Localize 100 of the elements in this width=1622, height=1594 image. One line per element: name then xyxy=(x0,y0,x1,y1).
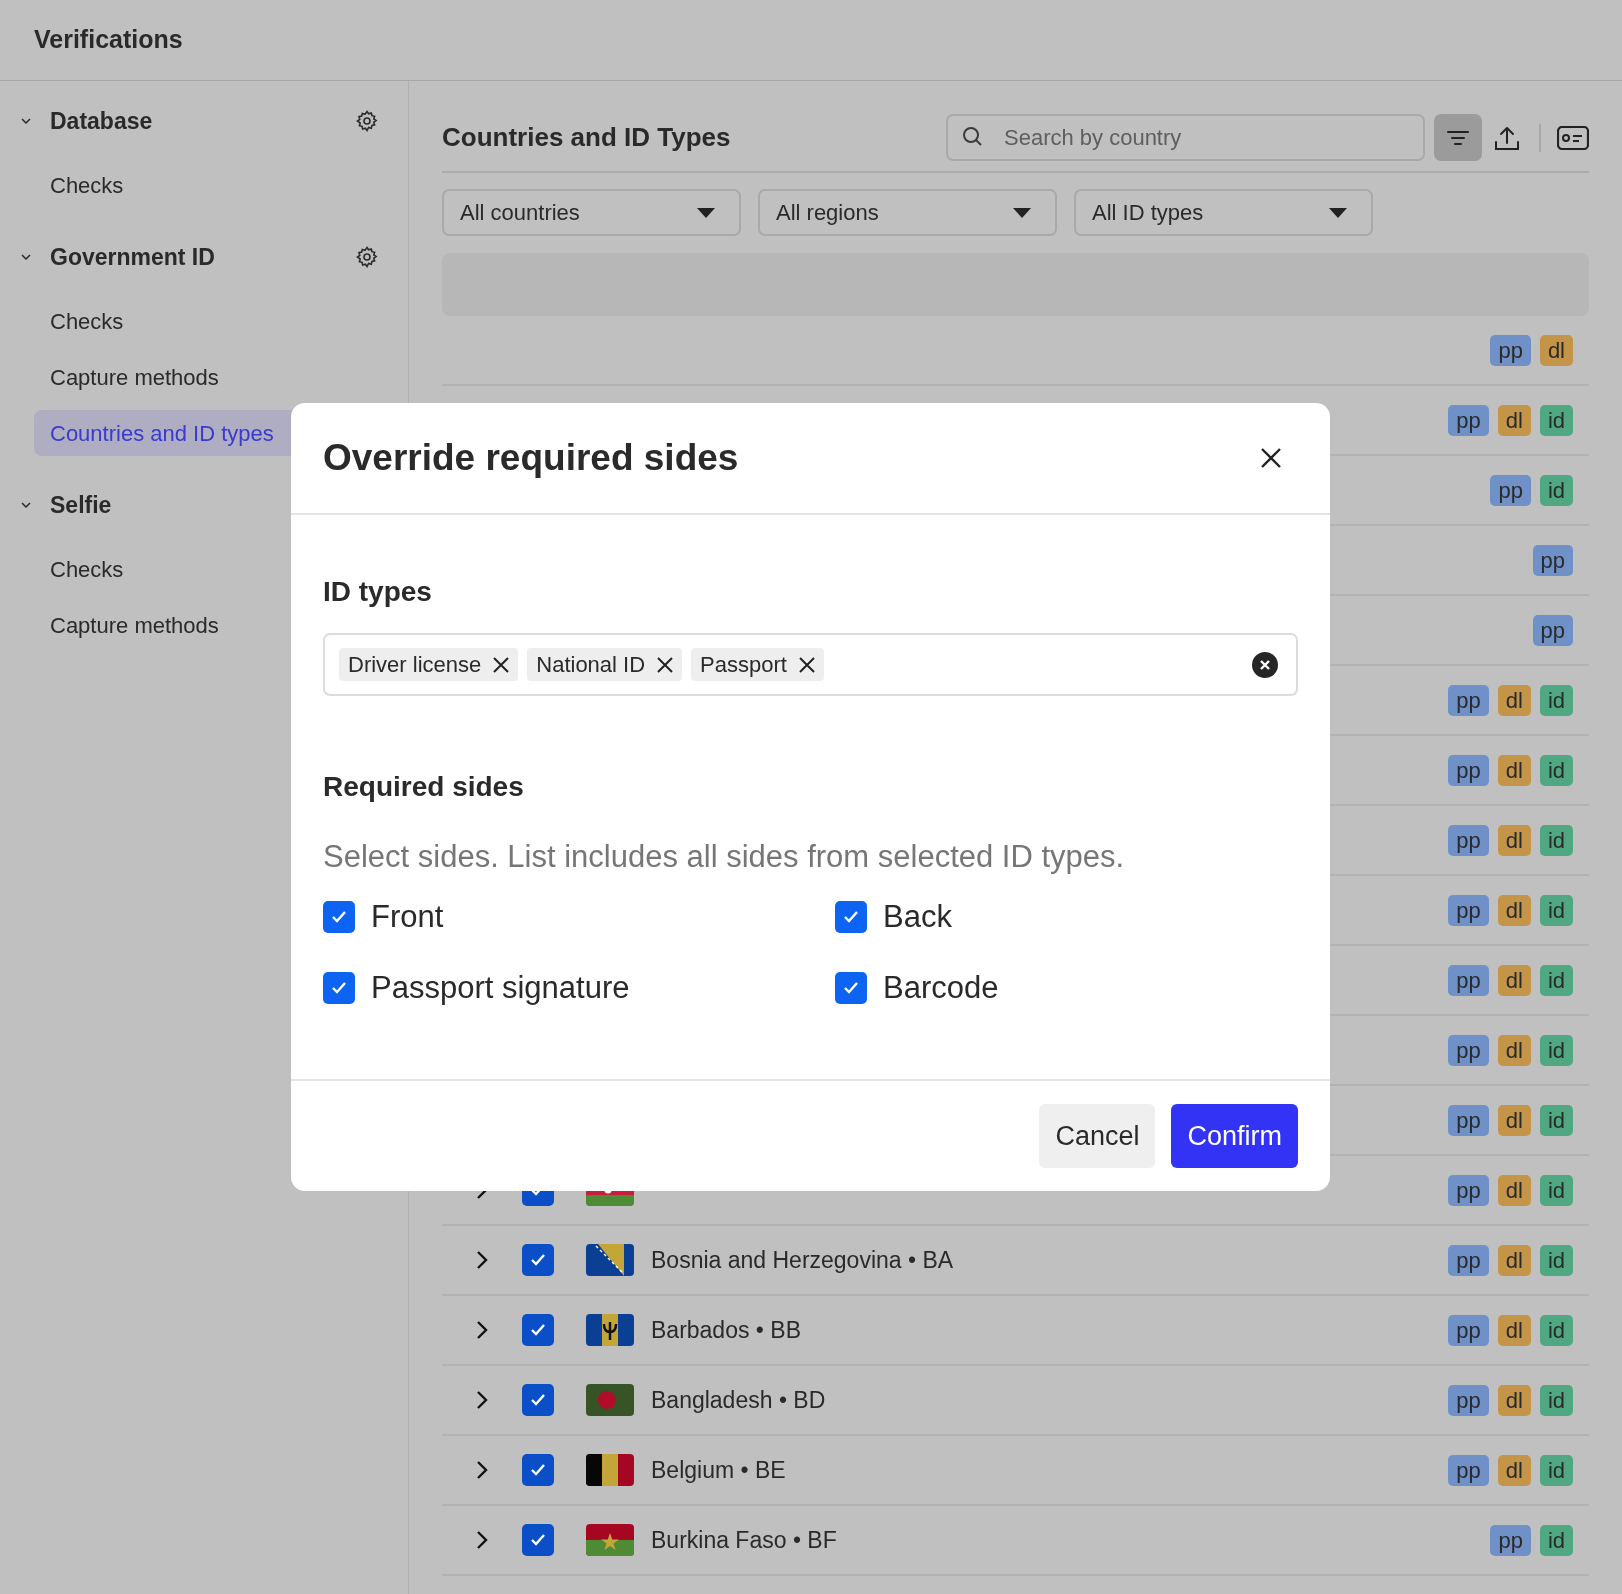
id-type-tag: id xyxy=(1539,1104,1573,1136)
id-type-tag: id xyxy=(1539,1314,1573,1346)
sidebar-item[interactable]: Checks xyxy=(50,546,124,592)
checkbox[interactable] xyxy=(323,901,355,933)
id-type-tag: dl xyxy=(1497,1174,1531,1206)
chevron-icon[interactable] xyxy=(476,1460,488,1480)
flag-icon xyxy=(586,1454,634,1486)
id-type-tag: id xyxy=(1539,684,1573,716)
chevron-icon[interactable] xyxy=(476,1320,488,1340)
checkbox[interactable] xyxy=(835,972,867,1004)
country-name: Bangladesh • BD xyxy=(651,1385,826,1415)
remove-icon[interactable] xyxy=(657,656,674,673)
remove-icon[interactable] xyxy=(798,656,815,673)
id-type-tag: id xyxy=(1539,754,1573,786)
id-type-tag: dl xyxy=(1539,334,1573,366)
chevron-icon[interactable] xyxy=(20,251,32,263)
chevron-icon[interactable] xyxy=(20,499,32,511)
page-title: Countries and ID Types xyxy=(442,121,732,154)
checkbox-label: Back xyxy=(883,897,952,936)
id-type-tag: pp xyxy=(1448,1384,1489,1416)
chevron-icon[interactable] xyxy=(476,1390,488,1410)
id-type-tag: dl xyxy=(1497,684,1531,716)
id-type-tag: id xyxy=(1539,1174,1573,1206)
flag-icon xyxy=(586,1314,634,1346)
id-type-tag: id xyxy=(1539,1454,1573,1486)
id-type-tag: pp xyxy=(1448,894,1489,926)
id-type-tag: id xyxy=(1539,1034,1573,1066)
dropdown[interactable]: All regions xyxy=(758,189,1057,236)
country-name: Barbados • BB xyxy=(651,1315,801,1345)
sidebar-item[interactable]: Capture methods xyxy=(50,354,219,400)
id-type-tag: pp xyxy=(1490,474,1531,506)
id-type-tag: pp xyxy=(1532,614,1573,646)
id-type-tag: dl xyxy=(1497,964,1531,996)
check-icon xyxy=(843,910,859,924)
sidebar-item[interactable]: Checks xyxy=(50,298,124,344)
check-icon xyxy=(530,1463,546,1477)
section-heading[interactable]: Government ID xyxy=(50,239,215,275)
checkbox[interactable] xyxy=(323,972,355,1004)
checkbox[interactable] xyxy=(522,1524,554,1556)
check-icon xyxy=(530,1393,546,1407)
checkbox[interactable] xyxy=(522,1384,554,1416)
id-type-tag: pp xyxy=(1448,1314,1489,1346)
id-type-tag: id xyxy=(1539,1384,1573,1416)
id-type-tag: dl xyxy=(1497,1384,1531,1416)
check-icon xyxy=(331,981,347,995)
chevron-icon[interactable] xyxy=(20,115,32,127)
checkbox[interactable] xyxy=(522,1454,554,1486)
checkbox[interactable] xyxy=(522,1314,554,1346)
confirm-button[interactable]: Confirm xyxy=(1171,1104,1298,1168)
id-type-tag: pp xyxy=(1490,1524,1531,1556)
id-type-tag: pp xyxy=(1532,544,1573,576)
country-name: Belgium • BE xyxy=(651,1455,786,1485)
checkbox-label: Barcode xyxy=(883,968,999,1007)
dropdown[interactable]: All countries xyxy=(442,189,741,236)
filter-button[interactable] xyxy=(1434,114,1482,161)
chevron-icon[interactable] xyxy=(476,1530,488,1550)
country-name: Bosnia and Herzegovina • BA xyxy=(651,1245,954,1275)
id-type-tag: dl xyxy=(1497,1104,1531,1136)
id-types-field[interactable]: Driver license National ID Passport xyxy=(323,633,1298,696)
dropdown[interactable]: All ID types xyxy=(1074,189,1373,236)
check-icon xyxy=(331,910,347,924)
check-icon xyxy=(530,1323,546,1337)
id-type-tag: id xyxy=(1539,824,1573,856)
section-label: Required sides xyxy=(323,770,525,804)
settings-icon[interactable] xyxy=(355,109,379,133)
checkbox[interactable] xyxy=(522,1244,554,1276)
remove-icon[interactable] xyxy=(493,656,510,673)
id-type-chip: Passport xyxy=(691,648,824,681)
sidebar-item[interactable]: Capture methods xyxy=(50,602,219,648)
id-type-tag: id xyxy=(1539,474,1573,506)
check-icon xyxy=(843,981,859,995)
id-type-chip: National ID xyxy=(527,648,683,681)
close-icon[interactable] xyxy=(1260,447,1282,469)
cancel-button[interactable]: Cancel xyxy=(1039,1104,1156,1168)
id-type-tag: id xyxy=(1539,1524,1573,1556)
id-type-tag: pp xyxy=(1448,1244,1489,1276)
checkbox-label: Front xyxy=(371,897,444,936)
flag-icon xyxy=(586,1384,634,1416)
upload-icon[interactable] xyxy=(1494,124,1520,151)
search-field[interactable]: Search by country xyxy=(946,114,1425,161)
checkbox-label: Passport signature xyxy=(371,968,630,1007)
sidebar-item[interactable]: Checks xyxy=(50,162,124,208)
chevron-icon[interactable] xyxy=(476,1250,488,1270)
id-type-tag: dl xyxy=(1497,1034,1531,1066)
caret-icon xyxy=(1013,207,1031,218)
settings-icon[interactable] xyxy=(355,245,379,269)
id-type-tag: dl xyxy=(1497,1314,1531,1346)
checkbox[interactable] xyxy=(835,901,867,933)
id-type-tag: pp xyxy=(1448,754,1489,786)
section-heading[interactable]: Selfie xyxy=(50,487,112,523)
section-heading[interactable]: Database xyxy=(50,103,153,139)
id-type-tag: id xyxy=(1539,964,1573,996)
country-name: Burkina Faso • BF xyxy=(651,1525,837,1555)
id-type-tag: dl xyxy=(1497,404,1531,436)
caret-icon xyxy=(1329,207,1347,218)
id-type-chip: Driver license xyxy=(339,648,519,681)
id-type-tag: dl xyxy=(1497,1454,1531,1486)
clear-icon[interactable] xyxy=(1252,651,1278,678)
id-type-tag: pp xyxy=(1448,964,1489,996)
id-card-icon[interactable] xyxy=(1557,125,1589,150)
